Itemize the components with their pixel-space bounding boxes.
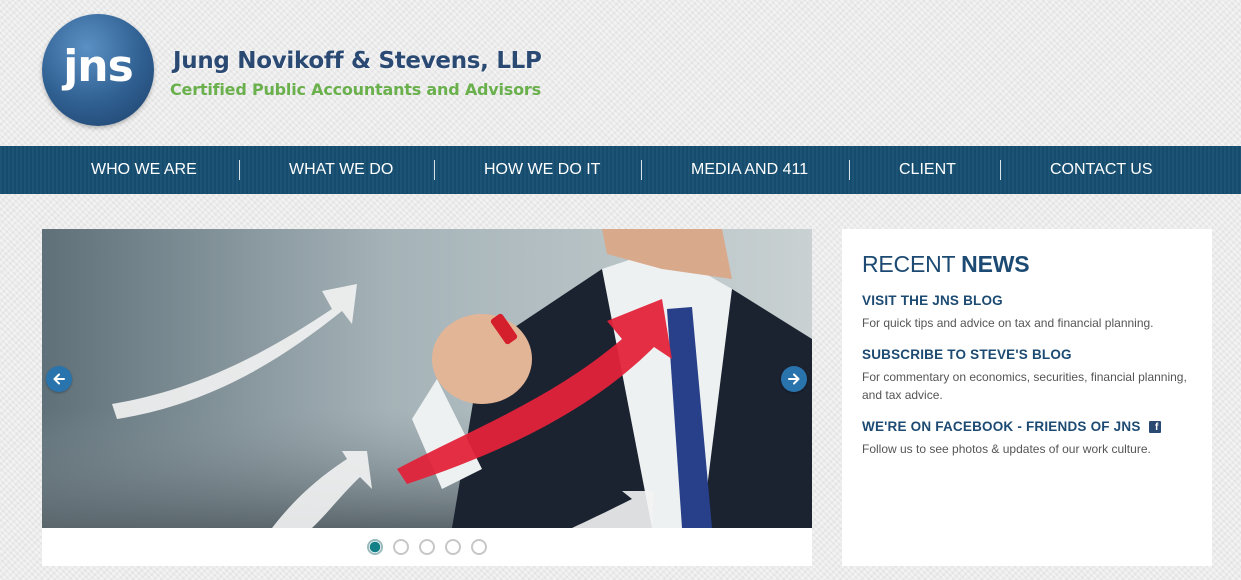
news-item: WE'RE ON FACEBOOK - FRIENDS OF JNS f Fol… (862, 419, 1192, 458)
news-title[interactable]: VISIT THE JNS BLOG (862, 293, 1003, 308)
heading-light: RECENT (862, 251, 955, 277)
site-header: jns Jung Novikoff & Stevens, LLP Certifi… (0, 0, 1241, 146)
news-link-steves-blog[interactable]: SUBSCRIBE TO STEVE'S BLOG (862, 347, 1192, 362)
news-link-jns-blog[interactable]: VISIT THE JNS BLOG (862, 293, 1192, 308)
nav-item-client[interactable]: CLIENT (899, 146, 956, 194)
arrow-right-icon (788, 373, 800, 385)
recent-news-panel: RECENT NEWS VISIT THE JNS BLOG For quick… (842, 229, 1212, 566)
news-item: SUBSCRIBE TO STEVE'S BLOG For commentary… (862, 347, 1192, 404)
heading-bold: NEWS (961, 251, 1030, 277)
news-description: For commentary on economics, securities,… (862, 370, 1187, 402)
slider-dot-3[interactable] (419, 539, 435, 555)
slider-dot-4[interactable] (445, 539, 461, 555)
nav-item-media-and-411[interactable]: MEDIA AND 411 (691, 146, 808, 194)
nav-divider (1000, 160, 1001, 180)
news-title[interactable]: SUBSCRIBE TO STEVE'S BLOG (862, 347, 1072, 362)
slide-image (42, 229, 812, 528)
news-item: VISIT THE JNS BLOG For quick tips and ad… (862, 293, 1192, 332)
slider-dot-5[interactable] (471, 539, 487, 555)
nav-divider (434, 160, 435, 180)
slider-dot-1[interactable] (367, 539, 383, 555)
firm-name: Jung Novikoff & Stevens, LLP (173, 48, 542, 74)
firm-tagline: Certified Public Accountants and Advisor… (170, 80, 541, 99)
nav-divider (849, 160, 850, 180)
nav-item-how-we-do-it[interactable]: HOW WE DO IT (484, 146, 600, 194)
main-nav: WHO WE ARE WHAT WE DO HOW WE DO IT MEDIA… (0, 146, 1241, 194)
nav-divider (641, 160, 642, 180)
nav-item-who-we-are[interactable]: WHO WE ARE (91, 146, 197, 194)
nav-item-contact-us[interactable]: CONTACT US (1050, 146, 1153, 194)
recent-news-heading: RECENT NEWS (862, 251, 1192, 278)
facebook-icon[interactable]: f (1148, 420, 1161, 433)
jns-logo[interactable]: jns (42, 14, 154, 126)
news-link-facebook[interactable]: WE'RE ON FACEBOOK - FRIENDS OF JNS f (862, 419, 1192, 434)
slider-dot-2[interactable] (393, 539, 409, 555)
hero-slider (42, 229, 812, 566)
news-description: Follow us to see photos & updates of our… (862, 442, 1151, 456)
arrow-left-icon (53, 373, 65, 385)
slider-prev-button[interactable] (46, 366, 72, 392)
slider-next-button[interactable] (781, 366, 807, 392)
businessman-drawing-arrows-illustration (42, 229, 812, 528)
slider-pagination (42, 539, 812, 559)
news-description: For quick tips and advice on tax and fin… (862, 316, 1154, 330)
nav-item-what-we-do[interactable]: WHAT WE DO (289, 146, 393, 194)
nav-divider (239, 160, 240, 180)
news-title[interactable]: WE'RE ON FACEBOOK - FRIENDS OF JNS (862, 419, 1141, 434)
